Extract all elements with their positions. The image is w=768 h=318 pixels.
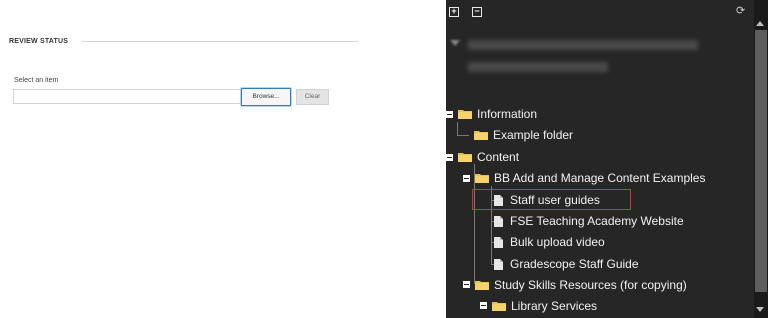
browse-button[interactable]: Browse... [241,88,291,106]
tree-item-information[interactable]: Information [458,104,537,124]
document-icon [494,258,503,270]
tree-item-library-services[interactable]: Library Services [492,296,597,316]
tree-item-label: Content [477,150,520,164]
tree-item-label: Study Skills Resources (for copying) [494,278,687,292]
collapse-toggle-information[interactable] [446,111,453,118]
tree-item-content[interactable]: Content [458,147,519,167]
tree-item-label: Staff user guides [510,193,600,207]
tree-item-fse-teaching-academy[interactable]: FSE Teaching Academy Website [492,211,684,231]
folder-icon [458,110,472,119]
course-subtitle-blurred [468,62,608,72]
clear-button[interactable]: Clear [296,89,329,105]
content-tree-panel: + − ⟳ Information Example folder Content… [446,0,768,318]
tree-item-label: Information [477,107,538,121]
folder-icon [458,153,472,162]
review-status-panel: REVIEW STATUS Select an item Browse... C… [0,0,446,318]
collapse-toggle-content[interactable] [446,154,453,161]
scroll-down-icon[interactable] [756,307,764,312]
document-icon [494,236,503,248]
select-item-label: Select an item [14,77,59,84]
tree-connector [457,122,458,136]
collapse-all-button[interactable]: − [472,7,482,17]
tree-item-study-skills[interactable]: Study Skills Resources (for copying) [475,275,687,295]
tree-item-label: BB Add and Manage Content Examples [494,171,706,185]
course-title-blurred [468,40,698,50]
tree-connector [457,135,469,136]
document-icon [494,215,503,227]
collapse-toggle-bb-examples[interactable] [463,175,470,182]
folder-icon [474,131,488,140]
tree-item-bulk-upload-video[interactable]: Bulk upload video [492,232,605,252]
section-divider [82,41,358,42]
tree-item-gradescope-guide[interactable]: Gradescope Staff Guide [492,254,639,274]
document-icon [494,194,503,206]
collapse-toggle-library[interactable] [480,302,487,309]
section-title: REVIEW STATUS [9,38,69,45]
scrollbar-thumb[interactable] [755,30,767,292]
tree-item-label: Bulk upload video [510,235,605,249]
tree-item-label: FSE Teaching Academy Website [510,214,684,228]
folder-icon [475,174,489,183]
tree-item-label: Example folder [493,128,574,142]
expand-all-button[interactable]: + [449,7,459,17]
tree-item-label: Library Services [511,299,598,313]
tree-item-label: Gradescope Staff Guide [510,257,639,271]
course-chevron-icon [450,40,460,46]
scroll-up-icon[interactable] [756,21,764,26]
tree-item-bb-examples[interactable]: BB Add and Manage Content Examples [475,168,705,188]
folder-icon [492,302,506,311]
collapse-toggle-study-skills[interactable] [463,281,470,288]
tree-item-staff-user-guides[interactable]: Staff user guides [492,190,600,210]
folder-icon [475,281,489,290]
refresh-icon[interactable]: ⟳ [736,6,747,17]
selected-item-input[interactable] [13,89,241,104]
tree-item-example-folder[interactable]: Example folder [474,125,573,145]
